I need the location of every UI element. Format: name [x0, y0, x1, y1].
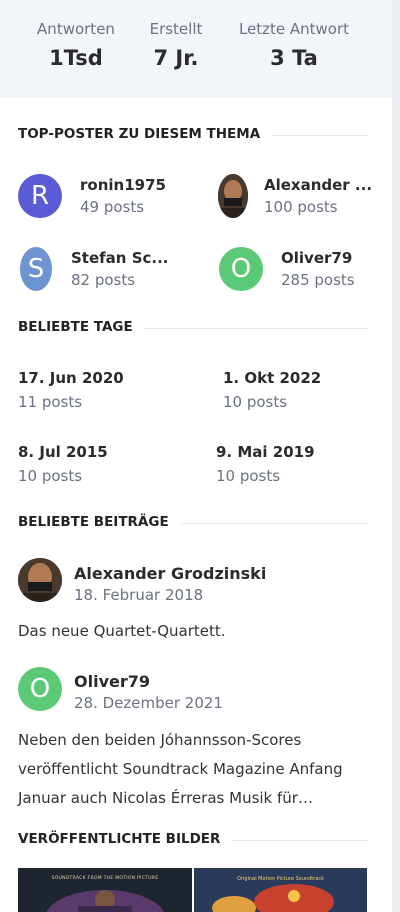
day-date[interactable]: 1. Okt 2022 [223, 369, 321, 387]
stat-value: 1Tsd [49, 46, 103, 70]
section-title: BELIEBTE BEITRÄGE [18, 514, 181, 530]
stat-created: Erstellt 7 Jr. [140, 20, 212, 70]
section-title: TOP-POSTER ZU DIESEM THEMA [18, 126, 273, 142]
poster-name[interactable]: Stefan Sc... [71, 249, 169, 267]
day-date[interactable]: 9. Mai 2019 [216, 443, 315, 461]
post-excerpt[interactable]: Das neue Quartet-Quartett. [18, 617, 358, 646]
section-top-posters: TOP-POSTER ZU DIESEM THEMA [18, 126, 368, 146]
poster-name[interactable]: Alexander ... [264, 176, 372, 194]
avatar[interactable]: S [20, 247, 52, 291]
stat-label: Letzte Antwort [238, 20, 350, 38]
section-title: VERÖFFENTLICHTE BILDER [18, 831, 233, 847]
section-popular-posts: BELIEBTE BEITRÄGE [18, 514, 368, 534]
day-count: 10 posts [216, 467, 281, 485]
post-author[interactable]: Alexander Grodzinski [74, 564, 266, 583]
poster-count: 285 posts [281, 271, 355, 289]
section-popular-days: BELIEBTE TAGE [18, 319, 368, 339]
stat-label: Erstellt [149, 20, 203, 38]
post-date[interactable]: 28. Dezember 2021 [74, 694, 223, 712]
scrollbar[interactable] [392, 0, 400, 912]
post-date[interactable]: 18. Februar 2018 [74, 586, 203, 604]
avatar[interactable]: O [219, 247, 263, 291]
poster-name[interactable]: ronin1975 [80, 176, 166, 194]
poster-count: 82 posts [71, 271, 136, 289]
day-count: 10 posts [223, 393, 288, 411]
avatar[interactable] [218, 174, 248, 218]
poster-art-icon [212, 884, 334, 912]
day-date[interactable]: 8. Jul 2015 [18, 443, 108, 461]
avatar[interactable]: O [18, 667, 62, 711]
image-thumbnail[interactable]: Original Motion Picture Soundtrack [194, 868, 367, 912]
topic-stats: Antworten 1Tsd Erstellt 7 Jr. Letzte Ant… [0, 0, 392, 98]
post-excerpt[interactable]: Neben den beiden Jóhannsson-Scores veröf… [18, 726, 358, 813]
avatar-photo-icon [218, 174, 248, 218]
image-thumbnail[interactable]: SOUNDTRACK FROM THE MOTION PICTURE [18, 868, 192, 912]
avatar-photo-icon [18, 558, 62, 602]
stat-value: 3 Ta [270, 46, 318, 70]
day-count: 11 posts [18, 393, 83, 411]
poster-count: 100 posts [264, 198, 338, 216]
poster-count: 49 posts [80, 198, 145, 216]
post-author[interactable]: Oliver79 [74, 672, 150, 691]
stat-replies: Antworten 1Tsd [33, 20, 119, 70]
stat-label: Antworten [37, 20, 115, 38]
section-published-images: VERÖFFENTLICHTE BILDER [18, 831, 368, 851]
avatar[interactable]: R [18, 174, 62, 218]
section-title: BELIEBTE TAGE [18, 319, 145, 335]
day-count: 10 posts [18, 467, 83, 485]
stat-last-reply: Letzte Antwort 3 Ta [233, 20, 355, 70]
day-date[interactable]: 17. Jun 2020 [18, 369, 124, 387]
poster-name[interactable]: Oliver79 [281, 249, 352, 267]
poster-art-icon [46, 890, 164, 912]
avatar[interactable] [18, 558, 62, 602]
stat-value: 7 Jr. [153, 46, 199, 70]
